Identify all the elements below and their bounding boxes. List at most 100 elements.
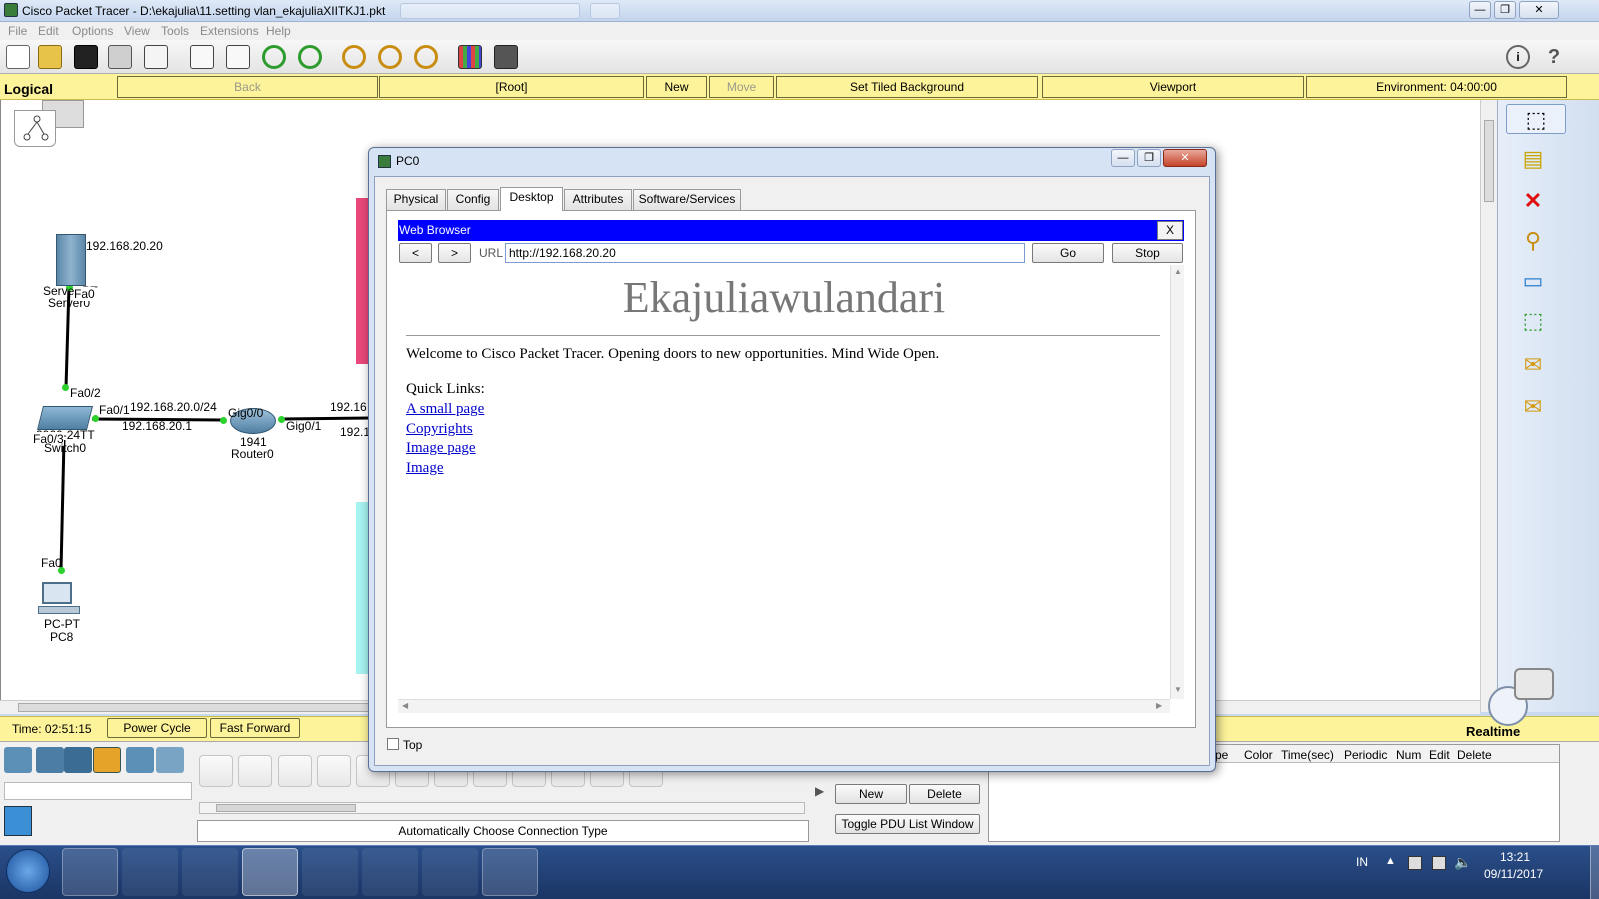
zoom-in-icon[interactable] [342, 45, 366, 69]
info-icon[interactable]: i [1506, 45, 1530, 69]
note-tool-icon[interactable]: ▤ [1518, 144, 1548, 174]
volume-icon[interactable]: 🔈 [1454, 854, 1471, 871]
environment-button[interactable]: Environment: 04:00:00 [1306, 76, 1567, 98]
paste-icon[interactable] [226, 45, 250, 69]
copy-icon[interactable] [190, 45, 214, 69]
network-icon[interactable] [1432, 856, 1446, 870]
close-button[interactable]: ✕ [1519, 1, 1559, 19]
end-devices-category-icon[interactable] [126, 747, 154, 773]
root-button[interactable]: [Root] [379, 76, 644, 98]
tab-desktop[interactable]: Desktop [500, 187, 563, 211]
fast-forward-time-button[interactable]: Fast Forward Time [210, 718, 300, 753]
menu-file[interactable]: File [8, 24, 27, 38]
browser-back-button[interactable]: < [399, 243, 432, 263]
scrollbar-thumb[interactable] [1484, 120, 1494, 202]
scroll-down-arrow-icon[interactable]: ▼ [1174, 685, 1182, 694]
firefox-taskbar-icon[interactable] [302, 848, 358, 896]
add-complex-pdu-icon[interactable]: ✉ [1518, 392, 1548, 422]
web-browser-close-button[interactable]: X [1157, 221, 1183, 240]
packet-tracer-taskbar-icon[interactable] [242, 848, 298, 896]
selected-connection-icon[interactable] [4, 806, 32, 836]
inspect-tool-icon[interactable]: ⚲ [1518, 226, 1548, 256]
print-icon[interactable] [108, 45, 132, 69]
opera-taskbar-icon[interactable] [422, 848, 478, 896]
action-center-icon[interactable] [1408, 856, 1422, 870]
auto-connection-icon[interactable] [199, 755, 233, 787]
cross-over-cable-icon[interactable] [317, 755, 351, 787]
tab-software-services[interactable]: Software/Services [633, 189, 741, 210]
scenario-expand-icon[interactable]: ▶ [815, 784, 824, 798]
taskbar-clock-time[interactable]: 13:21 [1500, 850, 1530, 864]
link-copyrights[interactable]: Copyrights [406, 421, 473, 438]
back-button[interactable]: Back [117, 76, 378, 98]
input-language-indicator[interactable]: IN [1356, 855, 1368, 869]
draw-shape-tool-icon[interactable]: ▭ [1518, 266, 1548, 296]
set-tiled-background-button[interactable]: Set Tiled Background [776, 76, 1038, 98]
menu-tools[interactable]: Tools [161, 24, 189, 38]
new-cluster-button[interactable]: New Cluster [646, 76, 707, 114]
background-window-tab[interactable] [400, 3, 580, 19]
hubs-category-icon[interactable] [64, 747, 92, 773]
show-desktop-button[interactable] [1590, 846, 1599, 899]
viewport-button[interactable]: Viewport [1042, 76, 1304, 98]
pc-monitor-icon[interactable] [42, 582, 72, 604]
scroll-right-arrow-icon[interactable]: ▶ [1156, 701, 1162, 710]
zoom-reset-icon[interactable] [378, 45, 402, 69]
dialog-minimize-button[interactable]: — [1111, 149, 1135, 167]
scroll-up-arrow-icon[interactable]: ▲ [1174, 267, 1182, 276]
redo-icon[interactable] [298, 45, 322, 69]
custom-device-icon[interactable] [494, 45, 518, 69]
menu-view[interactable]: View [124, 24, 150, 38]
link-small-page[interactable]: A small page [406, 401, 484, 418]
simulation-mode-icon[interactable] [1514, 668, 1554, 700]
top-checkbox[interactable] [387, 738, 399, 750]
taskbar-clock-date[interactable]: 09/11/2017 [1484, 867, 1543, 881]
connections-category-icon[interactable] [93, 747, 121, 773]
media-player-taskbar-icon[interactable] [122, 848, 178, 896]
routers-category-icon[interactable] [4, 747, 32, 773]
scrollbar-thumb[interactable] [216, 804, 356, 812]
show-hidden-icons-icon[interactable]: ▲ [1385, 855, 1396, 867]
toggle-pdu-list-button[interactable]: Toggle PDU List Window [835, 814, 980, 834]
delete-tool-icon[interactable]: ✕ [1518, 186, 1548, 216]
undo-icon[interactable] [262, 45, 286, 69]
switches-category-icon[interactable] [36, 747, 64, 773]
dialog-close-button[interactable]: ✕ [1163, 149, 1207, 167]
power-cycle-devices-button[interactable]: Power Cycle Devices [107, 718, 207, 753]
open-folder-icon[interactable] [38, 45, 62, 69]
tab-attributes[interactable]: Attributes [564, 189, 632, 210]
palette-icon[interactable] [458, 45, 482, 69]
browser-vertical-scrollbar[interactable]: ▲ ▼ [1170, 265, 1184, 699]
browser-horizontal-scrollbar[interactable]: ◀ ▶ [398, 699, 1170, 713]
zoom-out-icon[interactable] [414, 45, 438, 69]
menu-extensions[interactable]: Extensions [200, 24, 259, 38]
new-file-icon[interactable] [6, 45, 30, 69]
straight-through-cable-icon[interactable] [278, 755, 312, 787]
resize-shape-tool-icon[interactable]: ⬚ [1518, 306, 1548, 336]
add-simple-pdu-icon[interactable]: ✉ [1518, 350, 1548, 380]
switch-icon[interactable] [37, 406, 93, 430]
activity-wizard-icon[interactable] [144, 45, 168, 69]
tab-physical[interactable]: Physical [386, 189, 446, 210]
background-window-tab-small[interactable] [590, 3, 620, 19]
device-search-field[interactable] [4, 782, 192, 800]
server-icon[interactable] [56, 234, 86, 286]
internet-explorer-taskbar-icon[interactable] [182, 848, 238, 896]
chrome-taskbar-icon[interactable] [362, 848, 418, 896]
restore-button[interactable]: ❐ [1494, 1, 1516, 19]
menu-edit[interactable]: Edit [38, 24, 59, 38]
new-scenario-button[interactable]: New [835, 784, 907, 804]
select-tool-icon[interactable]: ⬚ [1506, 104, 1566, 134]
notepad-taskbar-icon[interactable] [482, 848, 538, 896]
workspace-vertical-scrollbar[interactable] [1480, 100, 1497, 712]
link-image-page[interactable]: Image page [406, 440, 476, 457]
browser-forward-button[interactable]: > [438, 243, 471, 263]
start-button-icon[interactable] [6, 849, 50, 893]
help-icon[interactable]: ? [1542, 45, 1566, 69]
move-object-button[interactable]: Move Object [709, 76, 774, 114]
menu-help[interactable]: Help [266, 24, 291, 38]
save-icon[interactable] [74, 45, 98, 69]
url-input[interactable]: http://192.168.20.20 [505, 243, 1025, 263]
scroll-left-arrow-icon[interactable]: ◀ [402, 701, 408, 710]
console-cable-icon[interactable] [238, 755, 272, 787]
